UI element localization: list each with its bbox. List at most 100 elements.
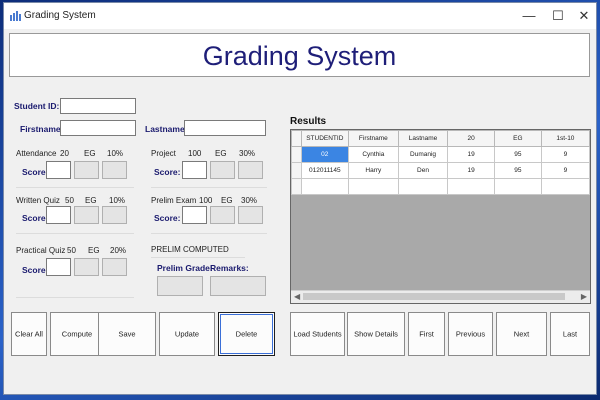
table-cell[interactable]: 95	[493, 146, 542, 163]
window-title: Grading System	[24, 10, 96, 21]
column-header[interactable]: EG	[493, 130, 542, 147]
table-cell[interactable]	[493, 178, 542, 195]
first-button[interactable]: First	[408, 312, 445, 356]
table-cell[interactable]	[348, 178, 399, 195]
written-quiz-eg: EG	[85, 196, 97, 205]
column-header[interactable]: 20	[447, 130, 495, 147]
delete-label: Delete	[235, 329, 258, 339]
project-pct: 30%	[239, 149, 256, 158]
results-heading: Results	[290, 116, 327, 127]
app-icon	[10, 11, 21, 21]
close-icon[interactable]: ✕	[571, 6, 597, 26]
attendance-score-input[interactable]	[46, 161, 71, 179]
row-header[interactable]	[291, 162, 302, 179]
divider	[151, 187, 267, 188]
column-header[interactable]: Lastname	[397, 130, 449, 147]
table-cell[interactable]	[397, 178, 449, 195]
scroll-left-icon[interactable]: ◀	[294, 292, 300, 301]
row-header-corner	[291, 130, 302, 147]
show-details-button[interactable]: Show Details	[347, 312, 405, 356]
previous-label: Previous	[455, 329, 486, 339]
prelim-grade-label: Prelim Grade:	[157, 263, 213, 273]
clear-all-button[interactable]: Clear All	[11, 312, 47, 356]
horizontal-scrollbar[interactable]: ◀ ▶	[291, 290, 590, 303]
delete-button[interactable]: Delete	[218, 312, 275, 356]
table-cell[interactable]: 012011145	[300, 162, 350, 179]
attendance-eg-output	[74, 161, 99, 179]
divider	[151, 233, 267, 234]
table-row[interactable]: 02 Cynthia Dumanig 19 95 9	[291, 146, 590, 163]
update-button[interactable]: Update	[159, 312, 215, 356]
prelim-exam-eg: EG	[221, 196, 233, 205]
results-table: STUDENTID Firstname Lastname 20 EG 1st-1…	[291, 130, 590, 195]
written-quiz-score-input[interactable]	[46, 206, 71, 224]
prelim-exam-score-input[interactable]	[182, 206, 207, 224]
written-quiz-pct-output	[102, 206, 127, 224]
header-banner: Grading System	[9, 33, 590, 77]
prelim-computed-heading: PRELIM COMPUTED	[151, 245, 229, 254]
divider	[16, 297, 134, 298]
table-cell[interactable]: Cynthia	[348, 146, 399, 163]
student-id-input[interactable]	[60, 98, 136, 114]
project-eg: EG	[215, 149, 227, 158]
attendance-pct-output	[102, 161, 127, 179]
table-cell[interactable]: 02	[300, 146, 350, 163]
previous-button[interactable]: Previous	[448, 312, 493, 356]
table-cell[interactable]: Dumanig	[397, 146, 449, 163]
project-items: 100	[188, 149, 202, 158]
project-pct-output	[238, 161, 263, 179]
load-students-button[interactable]: Load Students	[290, 312, 345, 356]
student-id-label: Student ID:	[14, 101, 60, 111]
table-cell[interactable]: 95	[493, 162, 542, 179]
table-row[interactable]: 012011145 Harry Den 19 95 9	[291, 162, 590, 179]
table-cell[interactable]: Harry	[348, 162, 399, 179]
last-label: Last	[562, 329, 578, 339]
table-cell[interactable]: 19	[447, 162, 495, 179]
attendance-eg: EG	[84, 149, 96, 158]
project-label: Project	[151, 149, 176, 158]
compute-button[interactable]: Compute	[50, 312, 104, 356]
project-score-input[interactable]	[182, 161, 207, 179]
show-details-label: Show Details	[354, 329, 398, 339]
remarks-output	[210, 276, 266, 296]
divider	[16, 187, 134, 188]
lastname-input[interactable]	[184, 120, 266, 136]
table-cell[interactable]: 9	[540, 162, 590, 179]
prelim-exam-eg-output	[210, 206, 235, 224]
firstname-label: Firstname:	[20, 124, 64, 134]
column-header[interactable]: 1st-10	[540, 130, 590, 147]
table-cell[interactable]	[300, 178, 350, 195]
table-cell[interactable]: 19	[447, 146, 495, 163]
scroll-right-icon[interactable]: ▶	[581, 292, 587, 301]
save-button[interactable]: Save	[98, 312, 156, 356]
project-eg-output	[210, 161, 235, 179]
next-button[interactable]: Next	[496, 312, 547, 356]
table-cell[interactable]	[540, 178, 590, 195]
lastname-label: Lastname:	[145, 124, 188, 134]
maximize-icon[interactable]: ☐	[545, 6, 571, 26]
practical-quiz-eg: EG	[88, 246, 100, 255]
last-button[interactable]: Last	[550, 312, 590, 356]
table-cell[interactable]	[447, 178, 495, 195]
column-header[interactable]: STUDENTID	[300, 130, 350, 147]
prelim-exam-score-label: Score:	[154, 213, 181, 223]
results-grid[interactable]: STUDENTID Firstname Lastname 20 EG 1st-1…	[290, 129, 591, 304]
table-new-row[interactable]	[291, 178, 590, 195]
firstname-input[interactable]	[60, 120, 136, 136]
remarks-label: Remarks:	[210, 263, 249, 273]
row-header[interactable]	[291, 178, 302, 195]
prelim-exam-label: Prelim Exam	[151, 196, 197, 205]
table-cell[interactable]: Den	[397, 162, 449, 179]
minimize-icon[interactable]: —	[516, 6, 542, 26]
row-header[interactable]	[291, 146, 302, 163]
table-cell[interactable]: 9	[540, 146, 590, 163]
practical-quiz-score-label: Score:	[22, 265, 49, 275]
written-quiz-score-label: Score:	[22, 213, 49, 223]
practical-quiz-score-input[interactable]	[46, 258, 71, 276]
written-quiz-label: Written Quiz	[16, 196, 60, 205]
practical-quiz-pct: 20%	[110, 246, 127, 255]
scrollbar-thumb[interactable]	[303, 293, 565, 300]
written-quiz-pct: 10%	[109, 196, 126, 205]
prelim-exam-items: 100	[199, 196, 213, 205]
column-header[interactable]: Firstname	[348, 130, 399, 147]
